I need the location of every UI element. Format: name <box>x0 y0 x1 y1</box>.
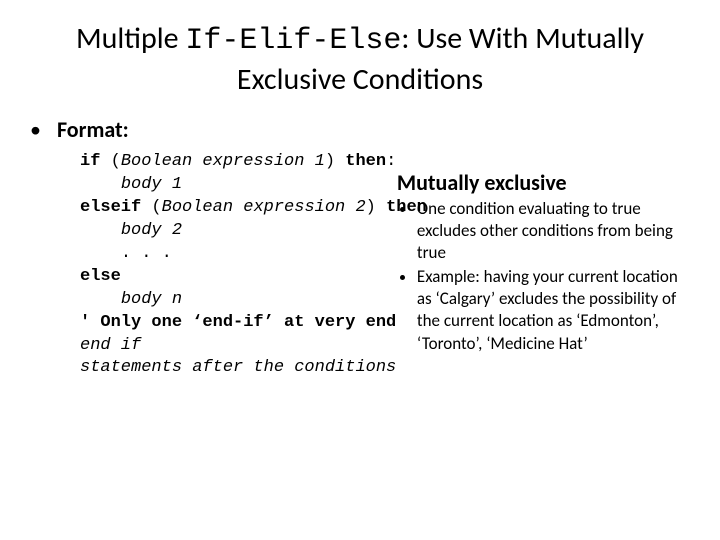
code-comment: ' Only one ‘end-if’ at very end <box>80 313 396 332</box>
title-pre: Multiple <box>76 20 185 57</box>
kw-else: else <box>80 267 121 286</box>
code-dots: . . . <box>121 244 172 263</box>
code-expr1: Boolean expression 1 <box>121 152 325 171</box>
content-area: if (Boolean expression 1) then: body 1 e… <box>80 151 690 380</box>
code-bodyn: body n <box>121 290 182 309</box>
code-body2: body 2 <box>121 221 182 240</box>
code-block: if (Boolean expression 1) then: body 1 e… <box>80 151 427 380</box>
side-heading: Mutually exclusive <box>397 169 690 196</box>
side-list: One condition evaluating to true exclude… <box>397 198 690 355</box>
code-expr2: Boolean expression 2 <box>162 198 366 217</box>
slide-title: Multiple If-Elif-Else: Use With Mutually… <box>70 20 650 98</box>
bullet-icon: • <box>30 119 41 141</box>
code-after: statements after the conditions <box>80 358 396 377</box>
list-item: One condition evaluating to true exclude… <box>417 198 690 264</box>
format-label: Format: <box>57 116 129 143</box>
kw-then: then <box>345 152 386 171</box>
code-text: ( <box>141 198 161 217</box>
code-text: ) <box>325 152 345 171</box>
kw-elseif: elseif <box>80 198 141 217</box>
code-endif: end if <box>80 336 141 355</box>
format-row: • Format: <box>30 116 690 143</box>
slide: Multiple If-Elif-Else: Use With Mutually… <box>0 0 720 540</box>
code-text: ( <box>100 152 120 171</box>
side-panel: Mutually exclusive One condition evaluat… <box>397 169 690 357</box>
code-body1: body 1 <box>121 175 182 194</box>
list-item: Example: having your current location as… <box>417 266 690 354</box>
kw-if: if <box>80 152 100 171</box>
title-code: If-Elif-Else <box>185 24 401 58</box>
code-text: : <box>386 152 396 171</box>
code-text: ) <box>366 198 386 217</box>
